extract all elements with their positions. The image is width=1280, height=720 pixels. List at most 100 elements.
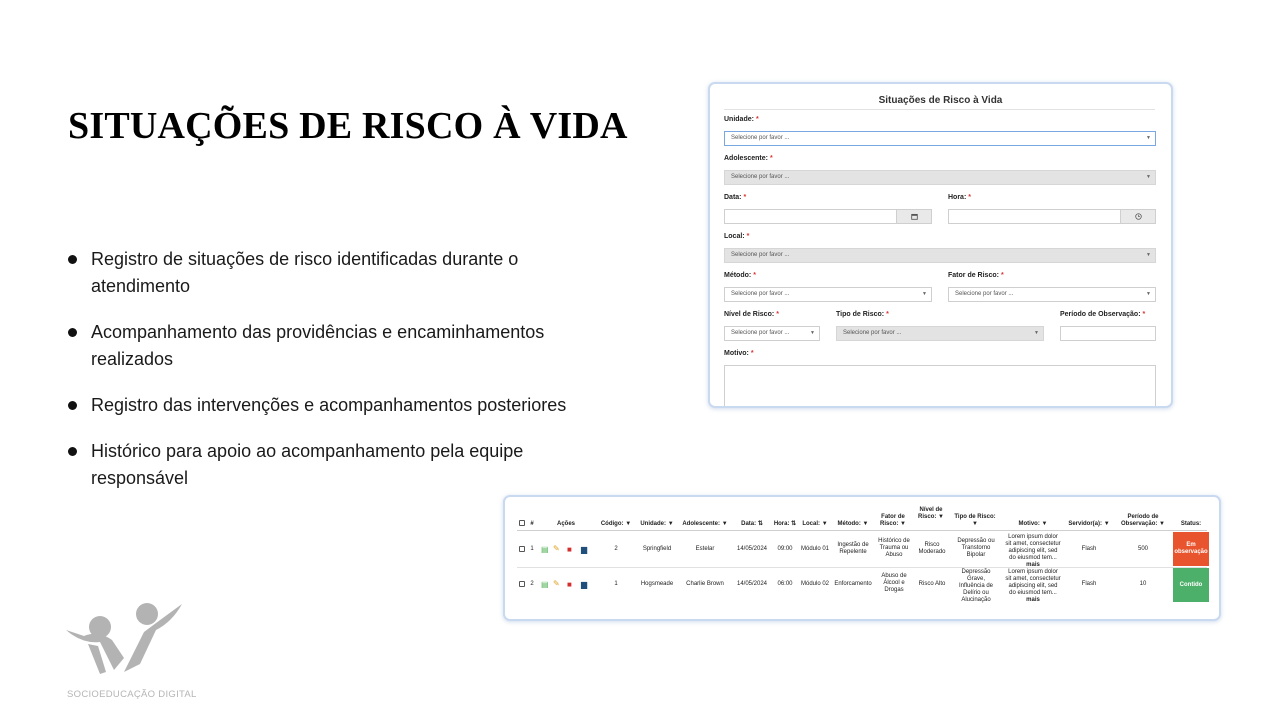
filter-icon: ▼ [938,514,944,520]
pencil-icon[interactable]: ✎ [553,580,560,588]
cell-servidor: Flash [1081,581,1097,587]
cell-fator: Abuso de Álcool e Drogas [881,573,907,593]
tipo-risco-select[interactable]: Selecione por favor ... ▼ [836,326,1044,341]
status-badge: Contido [1173,568,1209,602]
header-data[interactable]: Data: ⇅ [733,521,771,528]
header-tipo[interactable]: Tipo de Risco: ▼ [954,514,996,528]
bullet-dot-icon [68,401,77,410]
chevron-down-icon: ▼ [1146,252,1151,258]
cell-hora: 06:00 [777,581,793,587]
nivel-risco-label: Nível de Risco: * [724,311,779,318]
row-divider [517,567,1207,568]
socioeducacao-logo-icon [66,603,182,674]
nivel-risco-select[interactable]: Selecione por favor ... ▼ [724,326,820,341]
calendar-button[interactable] [896,209,932,224]
row-checkbox[interactable] [519,546,525,552]
hora-input[interactable] [948,209,1121,224]
cell-periodo: 500 [1137,546,1148,552]
hora-label: Hora: * [948,194,972,201]
slide-title: SITUAÇÕES DE RISCO À VIDA [68,105,628,147]
bullet-item: Registro das intervenções e acompanhamen… [68,392,588,419]
filter-icon: ▼ [972,521,978,527]
cell-nivel: Risco Moderado [918,542,946,555]
tipo-risco-label: Tipo de Risco: * [836,311,889,318]
form-title-divider [724,109,1155,110]
filter-icon: ▼ [1041,521,1048,527]
bullet-text: Acompanhamento das providências e encami… [91,322,545,369]
header-local[interactable]: Local: ▼ [799,521,831,528]
cell-fator: Histórico de Trauma ou Abuso [878,538,910,558]
unidade-label: Unidade: * [724,116,759,123]
chevron-down-icon: ▼ [1146,174,1151,180]
header-nivel[interactable]: Nível de Risco: ▼ [915,507,947,521]
cell-servidor: Flash [1081,546,1097,552]
sort-icon: ⇅ [791,521,797,527]
brand-text: SOCIOEDUCAÇÃO DIGITAL [67,689,197,700]
sort-icon: ⇅ [757,521,763,527]
fator-risco-select[interactable]: Selecione por favor ... ▼ [948,287,1156,302]
chevron-down-icon: ▼ [1146,291,1151,297]
select-all-checkbox[interactable] [519,520,525,526]
cell-local: Módulo 01 [800,546,830,552]
calendar-icon [910,213,918,220]
chevron-down-icon: ▼ [1146,135,1151,141]
bullet-item: Registro de situações de risco identific… [68,246,588,300]
printer-icon[interactable]: ▆ [581,546,587,554]
local-select[interactable]: Selecione por favor ... ▼ [724,248,1156,263]
trash-icon[interactable]: ■ [567,581,572,589]
header-status: Status: [1180,521,1202,527]
trash-icon[interactable]: ■ [567,546,572,554]
local-label: Local: * [724,233,750,240]
row-checkbox[interactable] [519,581,525,587]
cell-tipo: Depressão Grave, Influência de Delírio o… [958,569,994,603]
more-link[interactable]: mais [1026,597,1040,603]
cell-metodo: Enforcamento [834,581,872,587]
header-codigo[interactable]: Código: ▼ [598,521,634,528]
header-servidor[interactable]: Servidor(a): ▼ [1065,521,1113,528]
document-icon[interactable]: ▤ [541,546,549,554]
filter-icon: ▼ [900,521,906,527]
header-metodo[interactable]: Método: ▼ [833,521,873,528]
filter-icon: ▼ [1103,521,1110,527]
fator-risco-label: Fator de Risco: * [948,272,1004,279]
header-unidade[interactable]: Unidade: ▼ [637,521,677,528]
clock-button[interactable] [1120,209,1156,224]
form-title: Situações de Risco à Vida [878,95,1003,106]
filter-icon: ▼ [667,521,674,527]
header-hora[interactable]: Hora: ⇅ [772,521,798,528]
header-motivo[interactable]: Motivo: ▼ [1005,521,1061,528]
cell-periodo: 10 [1139,581,1147,587]
cell-hora: 09:00 [777,546,793,552]
bullet-dot-icon [68,328,77,337]
filter-icon: ▼ [625,521,632,527]
status-badge: Em observação [1173,532,1209,566]
header-periodo[interactable]: Período de Observação: ▼ [1117,514,1169,528]
motivo-textarea[interactable] [724,365,1156,406]
bullet-item: Histórico para apoio ao acompanhamento p… [68,438,588,492]
pencil-icon[interactable]: ✎ [553,545,560,553]
metodo-select[interactable]: Selecione por favor ... ▼ [724,287,932,302]
data-input[interactable] [724,209,897,224]
printer-icon[interactable]: ▆ [581,581,587,589]
header-divider [517,530,1207,531]
periodo-observacao-label: Período de Observação: * [1060,311,1146,318]
cell-motivo: Lorem ipsum dolor sit amet, consectetur … [1005,534,1061,568]
filter-icon: ▼ [721,521,728,527]
periodo-observacao-input[interactable] [1060,326,1156,341]
document-icon[interactable]: ▤ [541,581,549,589]
filter-icon: ▼ [821,521,828,527]
cell-codigo: 2 [614,546,618,552]
filter-icon: ▼ [1159,521,1165,527]
unidade-select[interactable]: Selecione por favor ... ▼ [724,131,1156,146]
header-acoes: Ações [556,521,575,527]
chevron-down-icon: ▼ [810,330,815,336]
cell-adolescente: Estelar [695,546,715,552]
adolescente-select[interactable]: Selecione por favor ... ▼ [724,170,1156,185]
risk-form-screenshot: Situações de Risco à Vida Unidade: * Sele… [708,82,1173,408]
chevron-down-icon: ▼ [922,291,927,297]
header-fator[interactable]: Fator de Risco: ▼ [875,514,911,528]
filter-icon: ▼ [862,521,869,527]
header-adolescente[interactable]: Adolescente: ▼ [679,521,731,528]
bullet-dot-icon [68,447,77,456]
cell-metodo: Ingestão de Repelente [837,542,869,555]
